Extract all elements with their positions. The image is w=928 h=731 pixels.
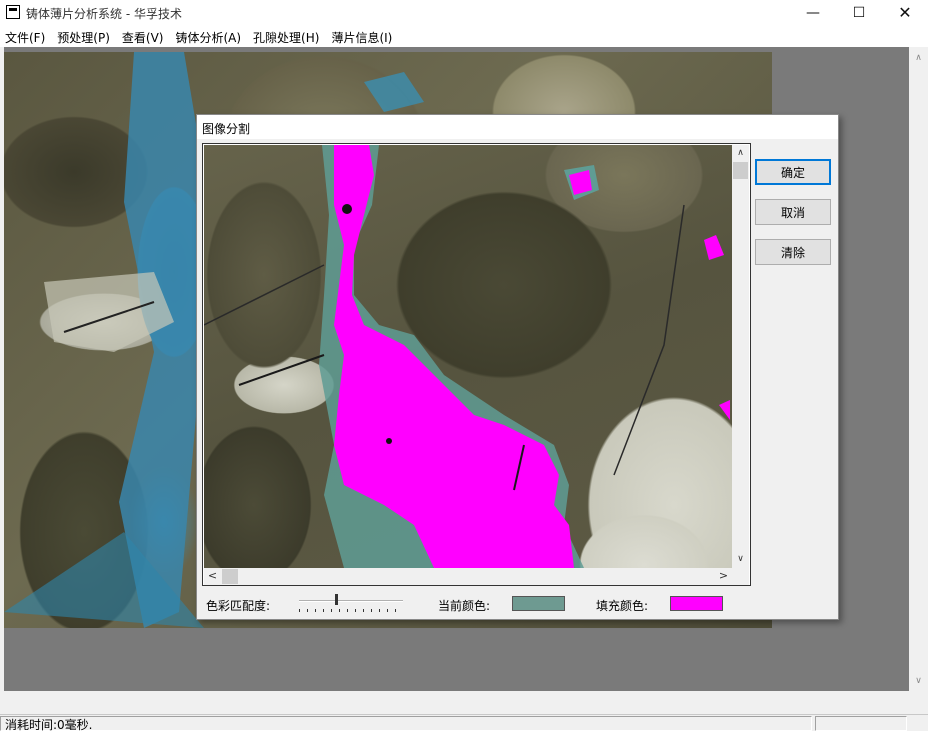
- status-panel-main: [0, 716, 812, 731]
- fill-color-label: 填充颜色:: [596, 599, 649, 613]
- menu-slice-info[interactable]: 薄片信息(I): [326, 25, 399, 47]
- color-controls: 色彩匹配度: 当前颜色: 填充颜色:: [197, 594, 838, 618]
- window-title: 铸体薄片分析系统 - 华孚技术: [26, 7, 182, 21]
- slider-track: [299, 600, 403, 602]
- workspace-scroll-up-icon[interactable]: ∧: [909, 50, 928, 67]
- maximize-button[interactable]: ☐: [836, 0, 882, 25]
- segmentation-image[interactable]: [204, 145, 732, 568]
- app-icon[interactable]: [6, 5, 20, 19]
- menu-bar: 文件(F) 预处理(P) 查看(V) 铸体分析(A) 孔隙处理(H) 薄片信息(…: [0, 25, 928, 47]
- color-match-label: 色彩匹配度:: [206, 599, 271, 613]
- menu-view[interactable]: 查看(V): [117, 25, 171, 47]
- menu-preprocess[interactable]: 预处理(P): [52, 25, 117, 47]
- viewer-vertical-scrollbar[interactable]: ∧ ∨: [732, 145, 749, 568]
- image-segmentation-dialog: 图像分割 ∧ ∨ < > 确定 取消 清除 色彩匹配度: 当前颜色: 填充颜色:: [196, 114, 839, 620]
- fill-color-swatch[interactable]: [670, 596, 723, 611]
- vertical-scroll-thumb[interactable]: [733, 162, 748, 179]
- clear-button[interactable]: 清除: [755, 239, 831, 265]
- slider-ticks: [299, 609, 403, 612]
- scroll-down-icon[interactable]: ∨: [732, 551, 749, 568]
- scroll-right-icon[interactable]: >: [715, 568, 732, 585]
- scroll-up-icon[interactable]: ∧: [732, 145, 749, 162]
- segmentation-viewer: ∧ ∨ < >: [202, 143, 751, 586]
- segmentation-fill-overlay: [204, 145, 730, 568]
- current-color-label: 当前颜色:: [438, 599, 491, 613]
- dialog-body: ∧ ∨ < > 确定 取消 清除 色彩匹配度: 当前颜色: 填充颜色:: [197, 139, 838, 619]
- workspace-vertical-scrollbar[interactable]: ∧ ∨: [909, 47, 928, 691]
- scrollbar-corner: [732, 568, 749, 585]
- horizontal-scroll-thumb[interactable]: [222, 569, 238, 584]
- workspace-bottom-strip: [0, 691, 928, 714]
- status-panel-secondary: [815, 716, 907, 731]
- title-bar: 铸体薄片分析系统 - 华孚技术 — ☐ ✕: [0, 0, 928, 25]
- minimize-button[interactable]: —: [790, 0, 836, 25]
- workspace-scroll-down-icon[interactable]: ∨: [909, 673, 928, 690]
- ok-button[interactable]: 确定: [755, 159, 831, 185]
- status-bar: 消耗时间:0毫秒.: [0, 714, 928, 731]
- menu-pore-processing[interactable]: 孔隙处理(H): [248, 25, 326, 47]
- close-button[interactable]: ✕: [882, 0, 928, 25]
- cancel-button[interactable]: 取消: [755, 199, 831, 225]
- current-color-swatch[interactable]: [512, 596, 565, 611]
- color-match-slider[interactable]: [297, 594, 405, 614]
- viewer-horizontal-scrollbar[interactable]: < >: [204, 568, 732, 585]
- scroll-left-icon[interactable]: <: [204, 568, 221, 585]
- menu-file[interactable]: 文件(F): [0, 25, 52, 47]
- dialog-title: 图像分割: [197, 115, 838, 139]
- slider-thumb[interactable]: [335, 594, 338, 605]
- status-text: 消耗时间:0毫秒.: [5, 718, 93, 731]
- menu-analysis[interactable]: 铸体分析(A): [170, 25, 248, 47]
